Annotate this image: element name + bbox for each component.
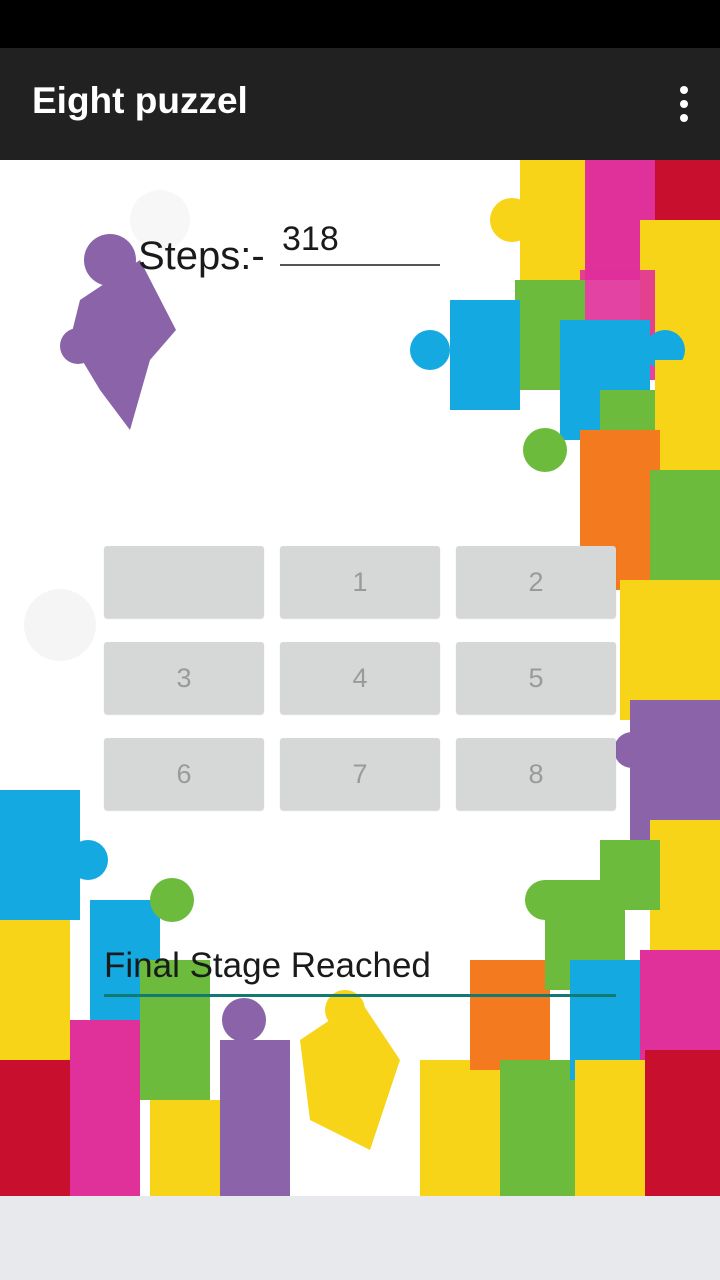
status-bar xyxy=(0,0,720,48)
puzzle-grid: 1 2 3 4 5 6 7 8 xyxy=(104,546,616,810)
tile-button[interactable]: 3 xyxy=(104,642,264,714)
overflow-menu-icon[interactable] xyxy=(668,80,700,128)
steps-label: Steps:- xyxy=(138,234,265,278)
tile-button[interactable]: 6 xyxy=(104,738,264,810)
tile-button[interactable] xyxy=(104,546,264,618)
tile-button[interactable]: 7 xyxy=(280,738,440,810)
steps-count-value: 318 xyxy=(282,220,339,258)
navigation-bar xyxy=(0,1196,720,1280)
app-bar: Eight puzzel xyxy=(0,48,720,160)
app-title: Eight puzzel xyxy=(32,80,248,121)
main-content: Steps:- 318 1 2 3 4 5 6 7 8 Final Stage … xyxy=(0,160,720,1196)
status-text: Final Stage Reached xyxy=(104,946,431,985)
steps-count-field[interactable]: 318 xyxy=(280,220,440,266)
tile-button[interactable]: 2 xyxy=(456,546,616,618)
tile-button[interactable]: 4 xyxy=(280,642,440,714)
status-field[interactable]: Final Stage Reached xyxy=(104,940,616,997)
tile-button[interactable]: 1 xyxy=(280,546,440,618)
tile-button[interactable]: 8 xyxy=(456,738,616,810)
tile-button[interactable]: 5 xyxy=(456,642,616,714)
